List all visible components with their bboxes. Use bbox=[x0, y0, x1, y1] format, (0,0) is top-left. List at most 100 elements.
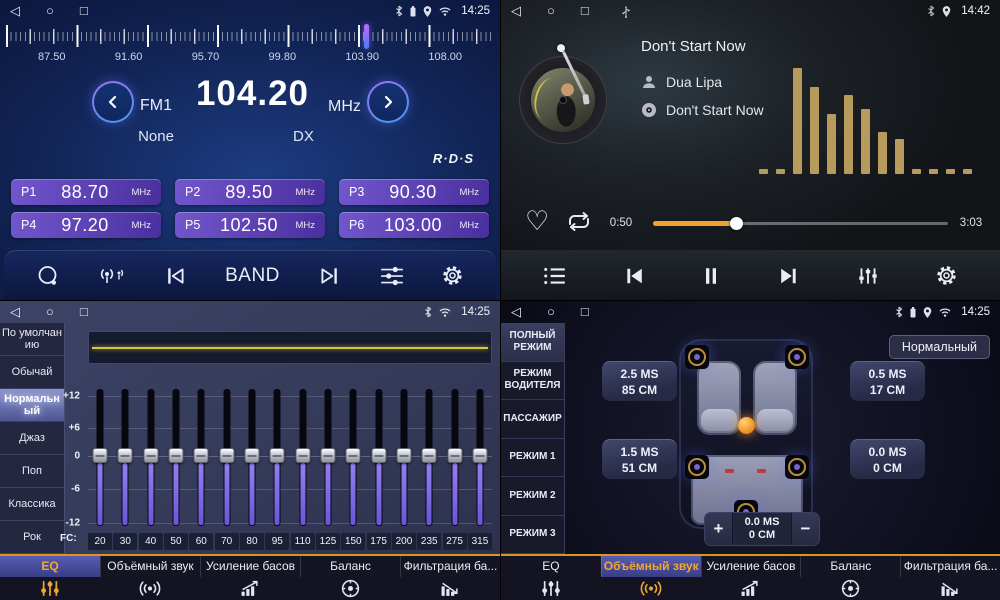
tab-bass-filter[interactable]: Фильтрация ба... bbox=[400, 556, 500, 600]
band-fc-value[interactable]: 110 bbox=[291, 533, 315, 550]
band-fc-value[interactable]: 30 bbox=[113, 533, 137, 550]
eq-preset-item[interactable]: По умолчанию bbox=[0, 323, 64, 356]
eq-band-slider[interactable] bbox=[215, 389, 239, 529]
decrease-delay-button[interactable]: − bbox=[791, 513, 819, 545]
scan-button[interactable] bbox=[36, 264, 60, 288]
band-fc-value[interactable]: 125 bbox=[316, 533, 340, 550]
back-button[interactable]: ◁ bbox=[10, 301, 20, 323]
increase-delay-button[interactable]: + bbox=[705, 513, 733, 545]
eq-band-slider[interactable] bbox=[316, 389, 340, 529]
broadcast-button[interactable] bbox=[96, 264, 126, 288]
speaker-rear-right[interactable] bbox=[785, 455, 809, 479]
band-fc-value[interactable]: 175 bbox=[367, 533, 391, 550]
band-fc-value[interactable]: 60 bbox=[189, 533, 213, 550]
speaker-front-right[interactable] bbox=[785, 345, 809, 369]
album-art[interactable] bbox=[519, 56, 607, 144]
listening-mode-item[interactable]: ПАССАЖИР bbox=[501, 400, 564, 439]
tab-eq[interactable]: EQ bbox=[501, 556, 601, 600]
tab-balance[interactable]: Баланс bbox=[300, 556, 400, 600]
band-fc-value[interactable]: 80 bbox=[240, 533, 264, 550]
back-button[interactable]: ◁ bbox=[511, 301, 521, 323]
slider-handle[interactable] bbox=[346, 448, 361, 463]
eq-band-slider[interactable] bbox=[265, 389, 289, 529]
slider-handle[interactable] bbox=[244, 448, 259, 463]
rear-right-delay[interactable]: 0.0 MS 0 CM bbox=[850, 439, 925, 479]
slider-handle[interactable] bbox=[194, 448, 209, 463]
next-track-button[interactable] bbox=[777, 266, 801, 286]
eq-band-slider[interactable] bbox=[291, 389, 315, 529]
equalizer-button[interactable] bbox=[856, 266, 880, 286]
band-fc-value[interactable]: 20 bbox=[88, 533, 112, 550]
slider-handle[interactable] bbox=[168, 448, 183, 463]
sound-profile-button[interactable]: Нормальный bbox=[889, 335, 990, 359]
slider-handle[interactable] bbox=[219, 448, 234, 463]
listening-position-marker[interactable] bbox=[738, 417, 755, 434]
slider-handle[interactable] bbox=[472, 448, 487, 463]
listening-mode-item[interactable]: РЕЖИМ 1 bbox=[501, 439, 564, 478]
tab-bass-boost[interactable]: Усиление басов bbox=[200, 556, 300, 600]
slider-handle[interactable] bbox=[270, 448, 285, 463]
band-fc-value[interactable]: 200 bbox=[392, 533, 416, 550]
band-fc-value[interactable]: 235 bbox=[417, 533, 441, 550]
recents-button[interactable]: □ bbox=[80, 301, 88, 323]
eq-band-slider[interactable] bbox=[189, 389, 213, 529]
home-button[interactable]: ○ bbox=[547, 301, 555, 323]
back-button[interactable]: ◁ bbox=[10, 0, 20, 22]
eq-preset-item[interactable]: Рок bbox=[0, 521, 64, 554]
previous-track-button[interactable] bbox=[622, 266, 646, 286]
tab-balance[interactable]: Баланс bbox=[800, 556, 900, 600]
eq-preset-item[interactable]: Джаз bbox=[0, 422, 64, 455]
radio-preset-button[interactable]: P2 89.50 MHz bbox=[175, 179, 325, 205]
back-button[interactable]: ◁ bbox=[511, 0, 521, 22]
home-button[interactable]: ○ bbox=[547, 0, 555, 22]
slider-handle[interactable] bbox=[422, 448, 437, 463]
eq-band-slider[interactable] bbox=[417, 389, 441, 529]
band-fc-value[interactable]: 275 bbox=[443, 533, 467, 550]
pause-button[interactable] bbox=[701, 266, 721, 286]
listening-mode-item[interactable]: РЕЖИМ 3 bbox=[501, 516, 564, 555]
favorite-button[interactable]: ♡ bbox=[525, 206, 549, 236]
slider-handle[interactable] bbox=[143, 448, 158, 463]
slider-handle[interactable] bbox=[320, 448, 335, 463]
rear-left-delay[interactable]: 1.5 MS 51 CM bbox=[602, 439, 677, 479]
eq-band-slider[interactable] bbox=[88, 389, 112, 529]
eq-band-slider[interactable] bbox=[367, 389, 391, 529]
tab-eq[interactable]: EQ bbox=[0, 556, 100, 600]
radio-preset-button[interactable]: P6 103.00 MHz bbox=[339, 212, 489, 238]
band-fc-value[interactable]: 50 bbox=[164, 533, 188, 550]
playlist-button[interactable] bbox=[543, 266, 567, 286]
tuning-pointer[interactable] bbox=[364, 24, 369, 49]
band-fc-value[interactable]: 40 bbox=[139, 533, 163, 550]
radio-preset-button[interactable]: P4 97.20 MHz bbox=[11, 212, 161, 238]
home-button[interactable]: ○ bbox=[46, 0, 54, 22]
listening-mode-item[interactable]: РЕЖИМ 2 bbox=[501, 477, 564, 516]
band-fc-value[interactable]: 315 bbox=[468, 533, 492, 550]
speaker-rear-left[interactable] bbox=[685, 455, 709, 479]
progress-thumb[interactable] bbox=[730, 217, 743, 230]
eq-band-slider[interactable] bbox=[139, 389, 163, 529]
eq-preset-item[interactable]: Нормальный bbox=[0, 389, 64, 422]
eq-preset-item[interactable]: Поп bbox=[0, 455, 64, 488]
settings-button[interactable] bbox=[441, 264, 464, 287]
band-fc-value[interactable]: 150 bbox=[341, 533, 365, 550]
slider-handle[interactable] bbox=[396, 448, 411, 463]
progress-bar[interactable] bbox=[653, 222, 948, 225]
band-button[interactable]: BAND bbox=[225, 265, 280, 287]
eq-preset-item[interactable]: Классика bbox=[0, 488, 64, 521]
eq-band-slider[interactable] bbox=[164, 389, 188, 529]
recents-button[interactable]: □ bbox=[581, 0, 589, 22]
tab-bass-boost[interactable]: Усиление басов bbox=[701, 556, 801, 600]
tab-surround[interactable]: Объёмный звук bbox=[100, 556, 200, 600]
listening-mode-item[interactable]: ПОЛНЫЙ РЕЖИМ bbox=[501, 323, 564, 362]
eq-band-slider[interactable] bbox=[113, 389, 137, 529]
next-station-button[interactable] bbox=[316, 265, 342, 287]
seek-up-button[interactable] bbox=[367, 81, 409, 123]
radio-preset-button[interactable]: P1 88.70 MHz bbox=[11, 179, 161, 205]
front-left-delay[interactable]: 2.5 MS 85 CM bbox=[602, 361, 677, 401]
eq-band-slider[interactable] bbox=[341, 389, 365, 529]
repeat-button[interactable] bbox=[565, 211, 593, 232]
slider-handle[interactable] bbox=[447, 448, 462, 463]
eq-band-slider[interactable] bbox=[443, 389, 467, 529]
previous-station-button[interactable] bbox=[163, 265, 189, 287]
eq-band-slider[interactable] bbox=[392, 389, 416, 529]
